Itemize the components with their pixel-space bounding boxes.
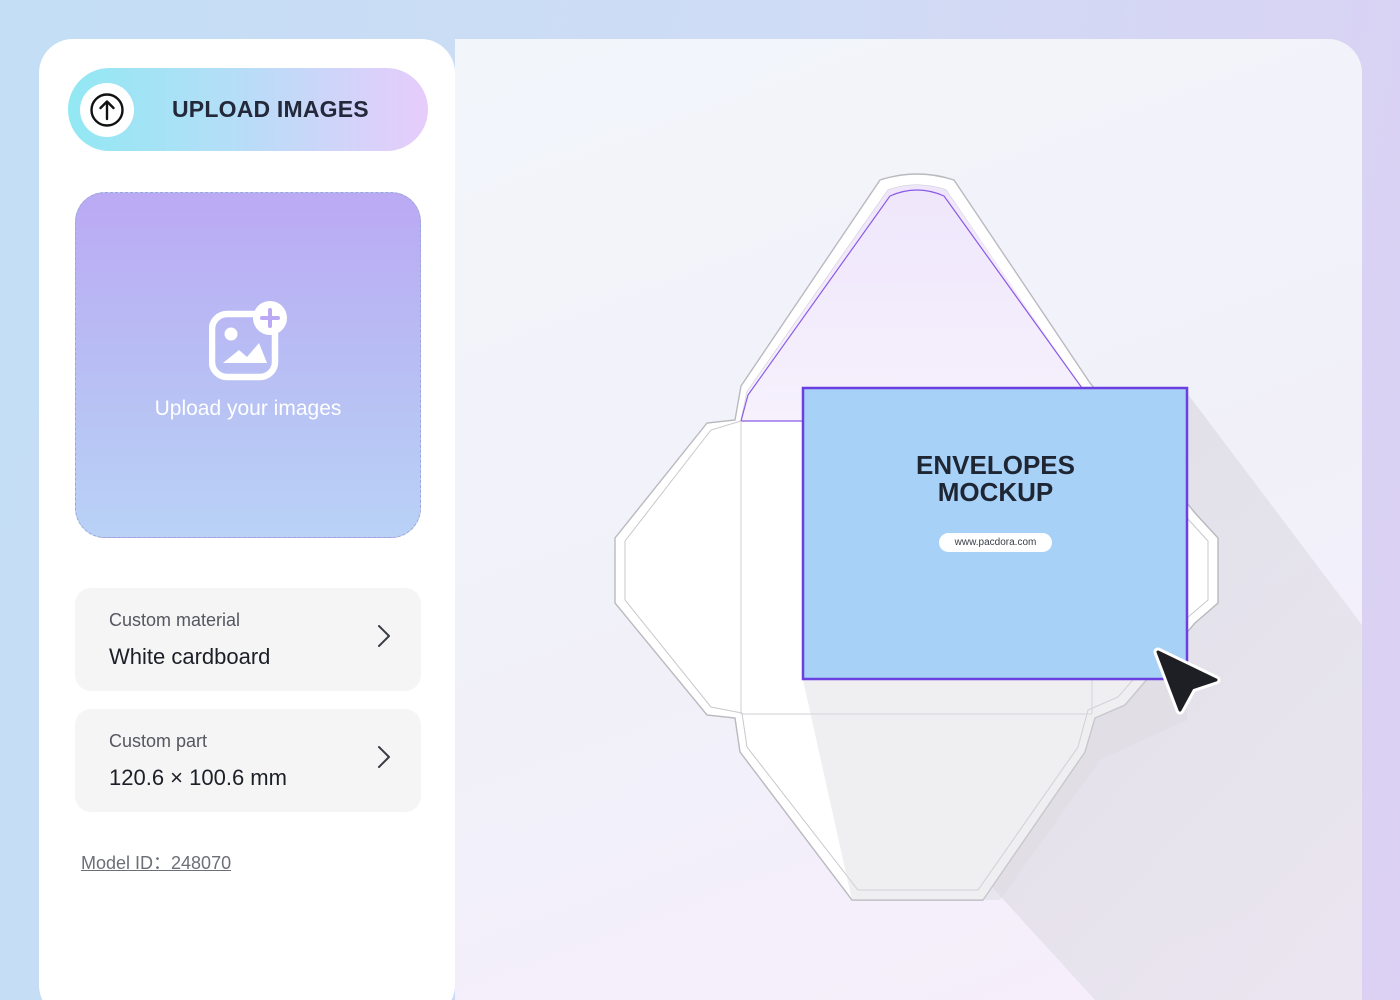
custom-material-option[interactable]: Custom material White cardboard <box>75 588 421 691</box>
mockup-url-pill: www.pacdora.com <box>939 533 1052 552</box>
chevron-right-icon <box>378 746 390 768</box>
add-image-icon <box>209 301 287 381</box>
custom-part-option[interactable]: Custom part 120.6 × 100.6 mm <box>75 709 421 812</box>
arrow-up-circle-icon <box>80 82 134 137</box>
custom-material-value: White cardboard <box>109 644 271 669</box>
model-id-link[interactable]: Model ID：248070 <box>81 849 231 875</box>
image-dropzone[interactable]: Upload your images <box>75 192 421 538</box>
custom-material-label: Custom material <box>109 610 241 630</box>
dropzone-label: Upload your images <box>154 397 342 420</box>
custom-part-value: 120.6 × 100.6 mm <box>109 765 287 790</box>
mockup-title: ENVELOPES MOCKUP <box>803 452 1188 506</box>
chevron-right-icon <box>378 625 390 647</box>
upload-images-button[interactable]: UPLOAD IMAGES <box>68 68 428 151</box>
custom-part-label: Custom part <box>109 731 208 751</box>
mockup-title-line2: MOCKUP <box>937 477 1054 507</box>
mockup-title-line1: ENVELOPES <box>916 450 1075 480</box>
upload-images-label: UPLOAD IMAGES <box>172 96 369 122</box>
